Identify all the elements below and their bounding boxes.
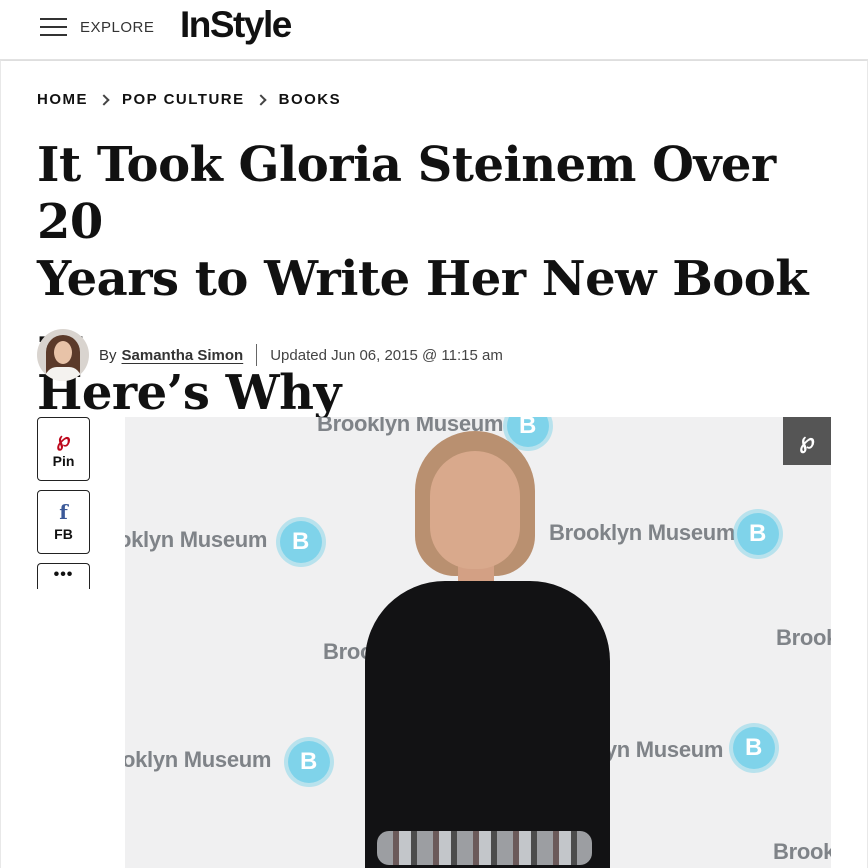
explore-menu-button[interactable]: EXPLORE (80, 19, 154, 36)
byline-prefix: By (99, 346, 117, 364)
facebook-icon: f (59, 500, 68, 524)
breadcrumb-pop-culture[interactable]: POP CULTURE (122, 91, 245, 108)
author-link[interactable]: Samantha Simon (122, 347, 244, 364)
article-page: HOME POP CULTURE BOOKS It Took Gloria St… (0, 61, 868, 868)
headline-line: It Took Gloria Steinem Over 20 (37, 137, 776, 250)
byline: By Samantha Simon Updated Jun 06, 2015 @… (37, 329, 503, 381)
gloria-steinem-figure (355, 431, 615, 868)
breadcrumb-home[interactable]: HOME (37, 91, 88, 108)
museum-logo-icon (280, 521, 322, 563)
museum-logo-icon (288, 741, 330, 783)
top-navigation-bar: EXPLORE InStyle (0, 0, 868, 60)
more-share-button[interactable]: ••• (37, 563, 90, 589)
backdrop-text: Brooklyn Museum (125, 747, 272, 772)
updated-timestamp: Updated Jun 06, 2015 @ 11:15 am (270, 346, 503, 364)
hamburger-icon[interactable] (40, 18, 67, 36)
backdrop-text: Brooklyn Museum (773, 839, 831, 864)
fb-label: FB (54, 526, 73, 542)
pinterest-icon: ℘ (799, 428, 815, 454)
backdrop-text: Brooklyn Museum (776, 625, 831, 650)
museum-logo-icon (737, 513, 779, 555)
pinterest-share-button[interactable]: ℘ Pin (37, 417, 90, 481)
more-dots-icon: ••• (53, 566, 74, 583)
breadcrumb: HOME POP CULTURE BOOKS (37, 91, 341, 108)
pin-label: Pin (52, 453, 75, 469)
backdrop-text: Brooklyn Museum (125, 527, 268, 552)
facebook-share-button[interactable]: f FB (37, 490, 90, 554)
breadcrumb-books[interactable]: BOOKS (279, 91, 342, 108)
chevron-right-icon (254, 93, 267, 106)
article-hero-image: Brooklyn Museum Brooklyn Museum Brooklyn… (125, 417, 831, 868)
byline-divider (256, 344, 258, 366)
chevron-right-icon (98, 93, 110, 106)
pinterest-icon: ℘ (56, 427, 71, 451)
museum-logo-icon (733, 727, 775, 769)
instyle-logo[interactable]: InStyle (180, 4, 292, 46)
author-avatar[interactable] (37, 329, 89, 381)
pin-image-button[interactable]: ℘ (783, 417, 831, 465)
